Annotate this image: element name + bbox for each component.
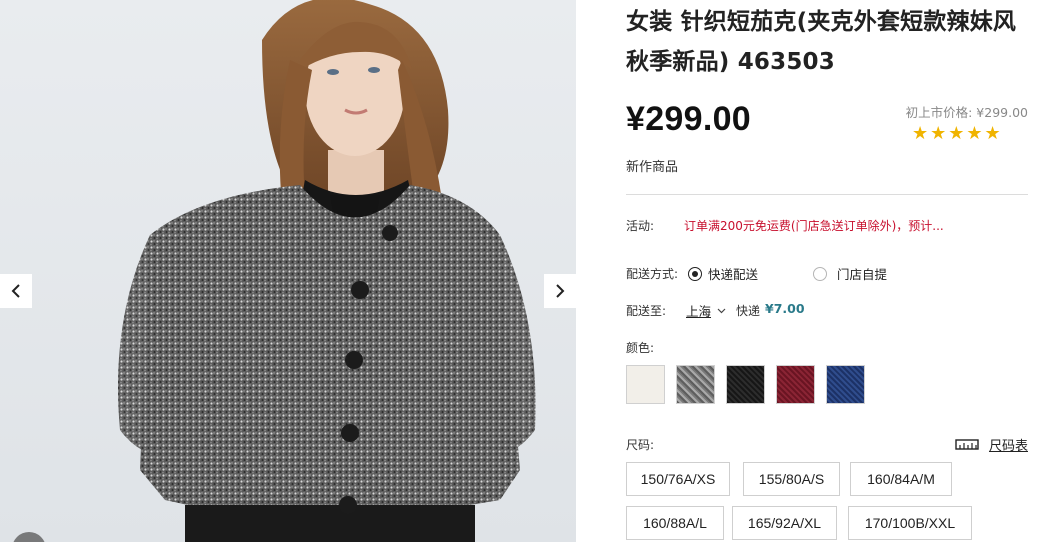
radio-express-delivery[interactable]: 快递配送 — [688, 264, 758, 283]
promo-label: 活动: — [626, 219, 655, 233]
radio-selected-icon — [688, 266, 702, 281]
color-swatch-black[interactable] — [726, 365, 765, 404]
radio-store-pickup[interactable]: 门店自提 — [813, 264, 887, 283]
gallery-prev-button[interactable] — [0, 274, 32, 308]
size-label: 尺码: — [626, 438, 655, 452]
chevron-right-icon — [556, 284, 565, 298]
product-info-panel: 女装 针织短茄克(夹克外套短款辣妹风秋季新品) 463503 ¥299.00 初… — [626, 0, 1028, 542]
rating-stars: ★★★★★ — [912, 123, 1003, 144]
product-title: 女装 针织短茄克(夹克外套短款辣妹风秋季新品) 463503 — [626, 9, 1017, 75]
color-swatch-white[interactable] — [626, 365, 665, 404]
location-value: 上海 — [686, 304, 712, 319]
divider — [626, 194, 1028, 195]
promo-text[interactable]: 订单满200元免运费(门店急送订单除外)，预计... — [684, 217, 944, 234]
product-image-gallery — [0, 0, 576, 542]
size-option-s[interactable]: 155/80A/S — [743, 462, 840, 496]
original-price: 初上市价格: ¥299.00 — [905, 105, 1028, 120]
deliver-to-label: 配送至: — [626, 304, 667, 318]
radio-label: 快递配送 — [708, 267, 759, 282]
color-label: 颜色: — [626, 341, 655, 355]
radio-label: 门店自提 — [837, 267, 888, 282]
chevron-left-icon — [11, 284, 20, 298]
shipping-method: 快递 — [736, 304, 761, 318]
size-option-xxl[interactable]: 170/100B/XXL — [848, 506, 972, 540]
shipping-fee: ¥7.00 — [765, 301, 805, 316]
new-product-tag: 新作商品 — [626, 160, 679, 175]
ruler-icon — [955, 439, 979, 450]
size-option-l[interactable]: 160/88A/L — [626, 506, 724, 540]
size-chart-label: 尺码表 — [988, 439, 1028, 454]
radio-unselected-icon — [813, 266, 827, 281]
chevron-down-icon — [717, 308, 726, 313]
location-select[interactable]: 上海 — [686, 301, 726, 320]
color-swatch-gray[interactable] — [676, 365, 715, 404]
size-option-xs[interactable]: 150/76A/XS — [626, 462, 730, 496]
size-chart-link[interactable]: 尺码表 — [955, 435, 1028, 454]
color-swatch-navy[interactable] — [826, 365, 865, 404]
delivery-method-label: 配送方式: — [626, 267, 679, 281]
product-price: ¥299.00 — [626, 100, 752, 138]
color-swatches — [626, 365, 865, 404]
size-option-xl[interactable]: 165/92A/XL — [732, 506, 837, 540]
size-option-m[interactable]: 160/84A/M — [850, 462, 952, 496]
product-photo — [118, 0, 536, 542]
gallery-next-button[interactable] — [544, 274, 576, 308]
color-swatch-wine[interactable] — [776, 365, 815, 404]
